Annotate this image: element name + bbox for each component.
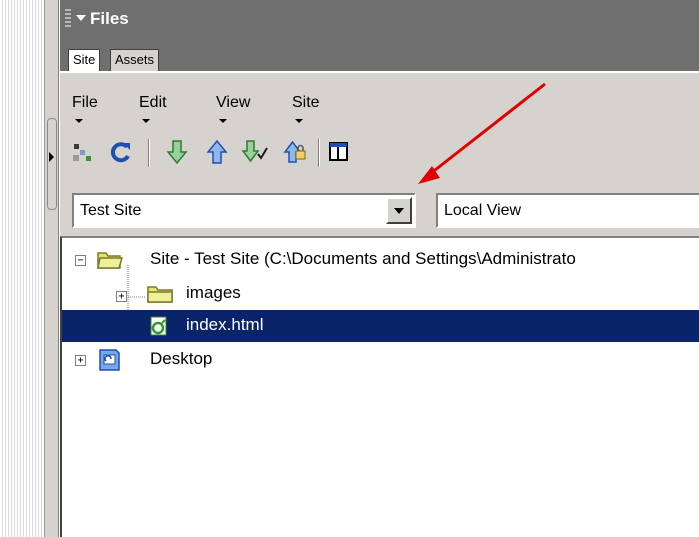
- get-icon[interactable]: [162, 137, 192, 167]
- tree-label-site-root: Site - Test Site (C:\Documents and Setti…: [150, 249, 576, 268]
- chevron-down-icon: [75, 118, 83, 123]
- tree-row-index-html[interactable]: index.html: [62, 310, 699, 342]
- tab-assets[interactable]: Assets: [110, 49, 160, 71]
- check-out-icon[interactable]: [240, 137, 270, 167]
- tree-row-desktop[interactable]: + Desktop: [62, 344, 699, 376]
- tree-row-site-root[interactable]: − Site - Test Site (C:\Documents and Set…: [62, 244, 699, 276]
- connect-icon[interactable]: [68, 137, 98, 167]
- view-select[interactable]: Local View: [436, 193, 699, 228]
- splitter-grip[interactable]: [47, 118, 57, 210]
- tab-site[interactable]: Site: [68, 49, 101, 71]
- toolbar-separator: [318, 139, 320, 167]
- tab-divider: [60, 71, 699, 73]
- background-stripes: [0, 0, 44, 537]
- expand-icon[interactable]: +: [116, 291, 127, 302]
- folder-icon: [146, 283, 176, 305]
- panel-title: Files: [90, 9, 129, 28]
- chevron-down-icon: [219, 118, 227, 123]
- file-tree: − Site - Test Site (C:\Documents and Set…: [60, 236, 699, 537]
- gripper-icon[interactable]: [65, 9, 71, 29]
- site-dropdown-button[interactable]: [386, 197, 412, 224]
- files-panel: Files Site Assets File Edit View Site Te…: [60, 0, 699, 537]
- chevron-down-icon: [142, 118, 150, 123]
- desktop-icon: [96, 347, 122, 373]
- site-select-value: Test Site: [80, 202, 142, 219]
- expand-icon[interactable]: [324, 137, 354, 167]
- chevron-down-icon: [295, 118, 303, 123]
- panel-splitter[interactable]: [45, 0, 59, 537]
- collapse-icon[interactable]: −: [75, 255, 86, 266]
- refresh-icon[interactable]: [106, 137, 136, 167]
- menu-file[interactable]: File: [72, 94, 98, 130]
- tree-label-desktop: Desktop: [150, 349, 213, 368]
- panel-titlebar[interactable]: Files: [60, 0, 699, 38]
- tree-row-images[interactable]: + images: [62, 278, 699, 310]
- site-select[interactable]: Test Site: [72, 193, 416, 228]
- menu-site[interactable]: Site: [292, 94, 320, 130]
- menu-edit[interactable]: Edit: [139, 94, 167, 130]
- splitter-arrow-icon[interactable]: [49, 152, 54, 162]
- expand-icon[interactable]: +: [75, 355, 86, 366]
- check-in-icon[interactable]: [280, 137, 310, 167]
- view-select-value: Local View: [444, 202, 522, 219]
- toolbar-separator: [148, 139, 150, 167]
- tree-label-images: images: [186, 283, 241, 302]
- collapse-arrow-icon[interactable]: [76, 15, 86, 21]
- put-icon[interactable]: [202, 137, 232, 167]
- tree-label-index-html: index.html: [186, 315, 264, 334]
- folder-open-icon: [96, 249, 124, 271]
- toolbar: [68, 137, 699, 173]
- tab-strip: Site Assets: [60, 38, 699, 72]
- menu-view[interactable]: View: [216, 94, 250, 130]
- html-file-icon: [148, 315, 170, 337]
